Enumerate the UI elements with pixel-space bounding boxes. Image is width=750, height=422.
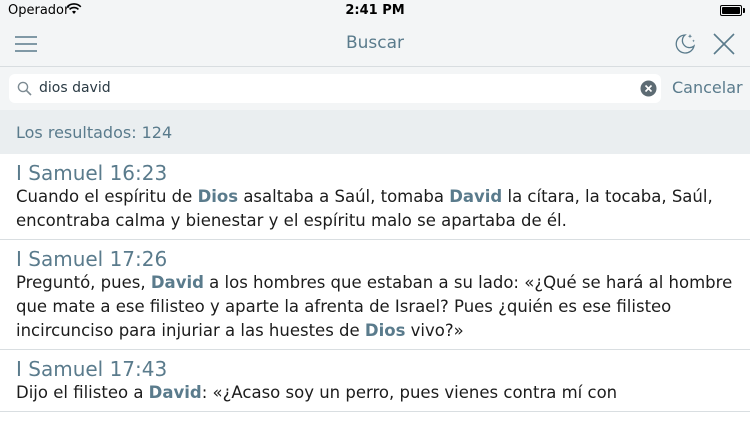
result-text: Cuando el espíritu de Dios asaltaba a Sa… <box>16 185 734 233</box>
highlight-match: David <box>148 383 202 402</box>
result-text: Preguntó, pues, David a los hombres que … <box>16 271 734 343</box>
text-segment: Dijo el filisteo a <box>16 383 149 402</box>
result-reference: I Samuel 17:43 <box>16 357 168 381</box>
highlight-match: David <box>150 273 204 292</box>
search-field[interactable] <box>9 74 661 103</box>
result-reference: I Samuel 17:26 <box>16 247 168 271</box>
results-count-label: Los resultados: <box>16 123 137 142</box>
result-text: Dijo el filisteo a David: «¿Acaso soy un… <box>16 381 734 405</box>
highlight-match: Dios <box>364 321 406 340</box>
status-bar: Operador 2:41 PM <box>0 0 750 22</box>
text-segment: vivo?» <box>405 321 464 340</box>
results-count: Los resultados: 124 <box>16 123 172 142</box>
close-icon[interactable] <box>712 32 736 56</box>
text-segment: Preguntó, pues, <box>16 273 151 292</box>
result-item[interactable]: I Samuel 17:43 Dijo el filisteo a David:… <box>0 350 750 412</box>
search-icon <box>17 81 32 96</box>
status-time: 2:41 PM <box>345 3 405 18</box>
search-input[interactable] <box>39 77 629 99</box>
clear-search-icon[interactable] <box>640 80 657 97</box>
text-segment: : «¿Acaso soy un perro, pues vienes cont… <box>201 383 618 402</box>
search-bar: Cancelar <box>0 67 750 110</box>
battery-fill <box>722 7 740 14</box>
cancel-button[interactable]: Cancelar <box>672 78 743 97</box>
battery-icon <box>720 5 742 16</box>
highlight-match: David <box>449 187 503 206</box>
page-title: Buscar <box>345 33 405 53</box>
results-count-number: 124 <box>141 123 173 142</box>
navigation-bar: Buscar <box>0 22 750 67</box>
text-segment: asaltaba a Saúl, tomaba <box>238 187 450 206</box>
night-mode-icon[interactable] <box>672 31 698 57</box>
highlight-match: Dios <box>197 187 239 206</box>
text-segment: Cuando el espíritu de <box>16 187 198 206</box>
results-header: Los resultados: 124 <box>0 110 750 154</box>
result-item[interactable]: I Samuel 17:26 Preguntó, pues, David a l… <box>0 240 750 350</box>
results-list: I Samuel 16:23 Cuando el espíritu de Dio… <box>0 154 750 412</box>
battery-tip <box>743 8 745 13</box>
result-reference: I Samuel 16:23 <box>16 161 168 185</box>
result-item[interactable]: I Samuel 16:23 Cuando el espíritu de Dio… <box>0 154 750 240</box>
